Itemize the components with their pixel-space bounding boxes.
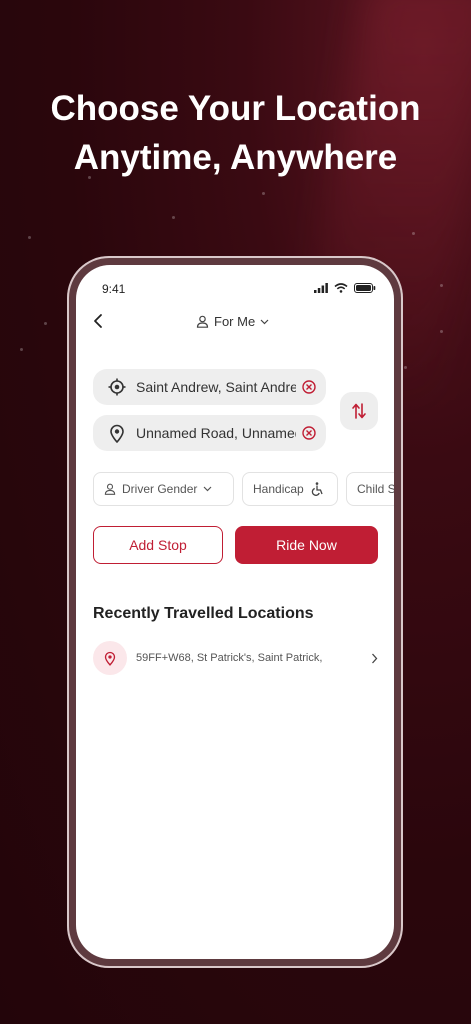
wifi-icon: [334, 283, 348, 293]
star-dot: [172, 216, 175, 219]
recent-locations-title: Recently Travelled Locations: [93, 605, 314, 622]
phone-screen: 9:41 For Me Saint Andrew, Saint Andrew U…: [76, 265, 394, 959]
recent-location-item[interactable]: 59FF+W68, St Patrick's, Saint Patrick,: [93, 640, 378, 676]
back-button[interactable]: [92, 313, 104, 334]
pickup-text: Saint Andrew, Saint Andrew: [136, 379, 296, 395]
location-pin-icon: [106, 424, 128, 443]
add-stop-button[interactable]: Add Stop: [93, 526, 223, 564]
clear-pickup-button[interactable]: [302, 380, 316, 399]
location-pin-icon: [93, 641, 127, 675]
user-icon: [104, 483, 116, 495]
swap-vertical-icon: [352, 403, 366, 419]
headline-line-1: Choose Your Location: [50, 89, 421, 128]
rider-label: For Me: [214, 314, 256, 329]
star-dot: [44, 322, 47, 325]
headline: Choose Your Location Anytime, Anywhere: [0, 84, 471, 182]
close-circle-icon: [302, 380, 316, 394]
star-dot: [440, 284, 443, 287]
star-dot: [440, 330, 443, 333]
headline-line-2: Anytime, Anywhere: [73, 138, 398, 177]
filter-label: Child Seat: [357, 482, 394, 496]
chevron-down-icon: [260, 319, 269, 324]
star-dot: [404, 366, 407, 369]
swap-locations-button[interactable]: [340, 392, 378, 430]
child-seat-filter[interactable]: Child Seat: [346, 472, 394, 506]
handicap-filter[interactable]: Handicap: [242, 472, 338, 506]
user-icon: [196, 315, 209, 328]
phone-frame: 9:41 For Me Saint Andrew, Saint Andrew U…: [67, 256, 403, 968]
status-icons: [314, 283, 376, 293]
dropoff-field[interactable]: Unnamed Road, Unnamed: [93, 415, 326, 451]
pickup-field[interactable]: Saint Andrew, Saint Andrew: [93, 369, 326, 405]
crosshair-icon: [106, 378, 128, 396]
clear-dropoff-button[interactable]: [302, 426, 316, 445]
chevron-down-icon: [203, 486, 212, 492]
star-dot: [20, 348, 23, 351]
battery-icon: [354, 283, 376, 293]
filter-label: Driver Gender: [122, 482, 198, 496]
star-dot: [262, 192, 265, 195]
close-circle-icon: [302, 426, 316, 440]
ride-now-button[interactable]: Ride Now: [235, 526, 378, 564]
rider-selector[interactable]: For Me: [196, 314, 269, 329]
signal-icon: [314, 283, 328, 293]
filter-label: Handicap: [253, 482, 304, 496]
chevron-left-icon: [94, 314, 102, 328]
wheelchair-icon: [311, 482, 323, 496]
star-dot: [28, 236, 31, 239]
recent-location-address: 59FF+W68, St Patrick's, Saint Patrick,: [136, 652, 323, 664]
chevron-right-icon: [372, 653, 378, 663]
status-time: 9:41: [102, 282, 126, 296]
dropoff-text: Unnamed Road, Unnamed: [136, 425, 296, 441]
driver-gender-filter[interactable]: Driver Gender: [93, 472, 234, 506]
star-dot: [412, 232, 415, 235]
